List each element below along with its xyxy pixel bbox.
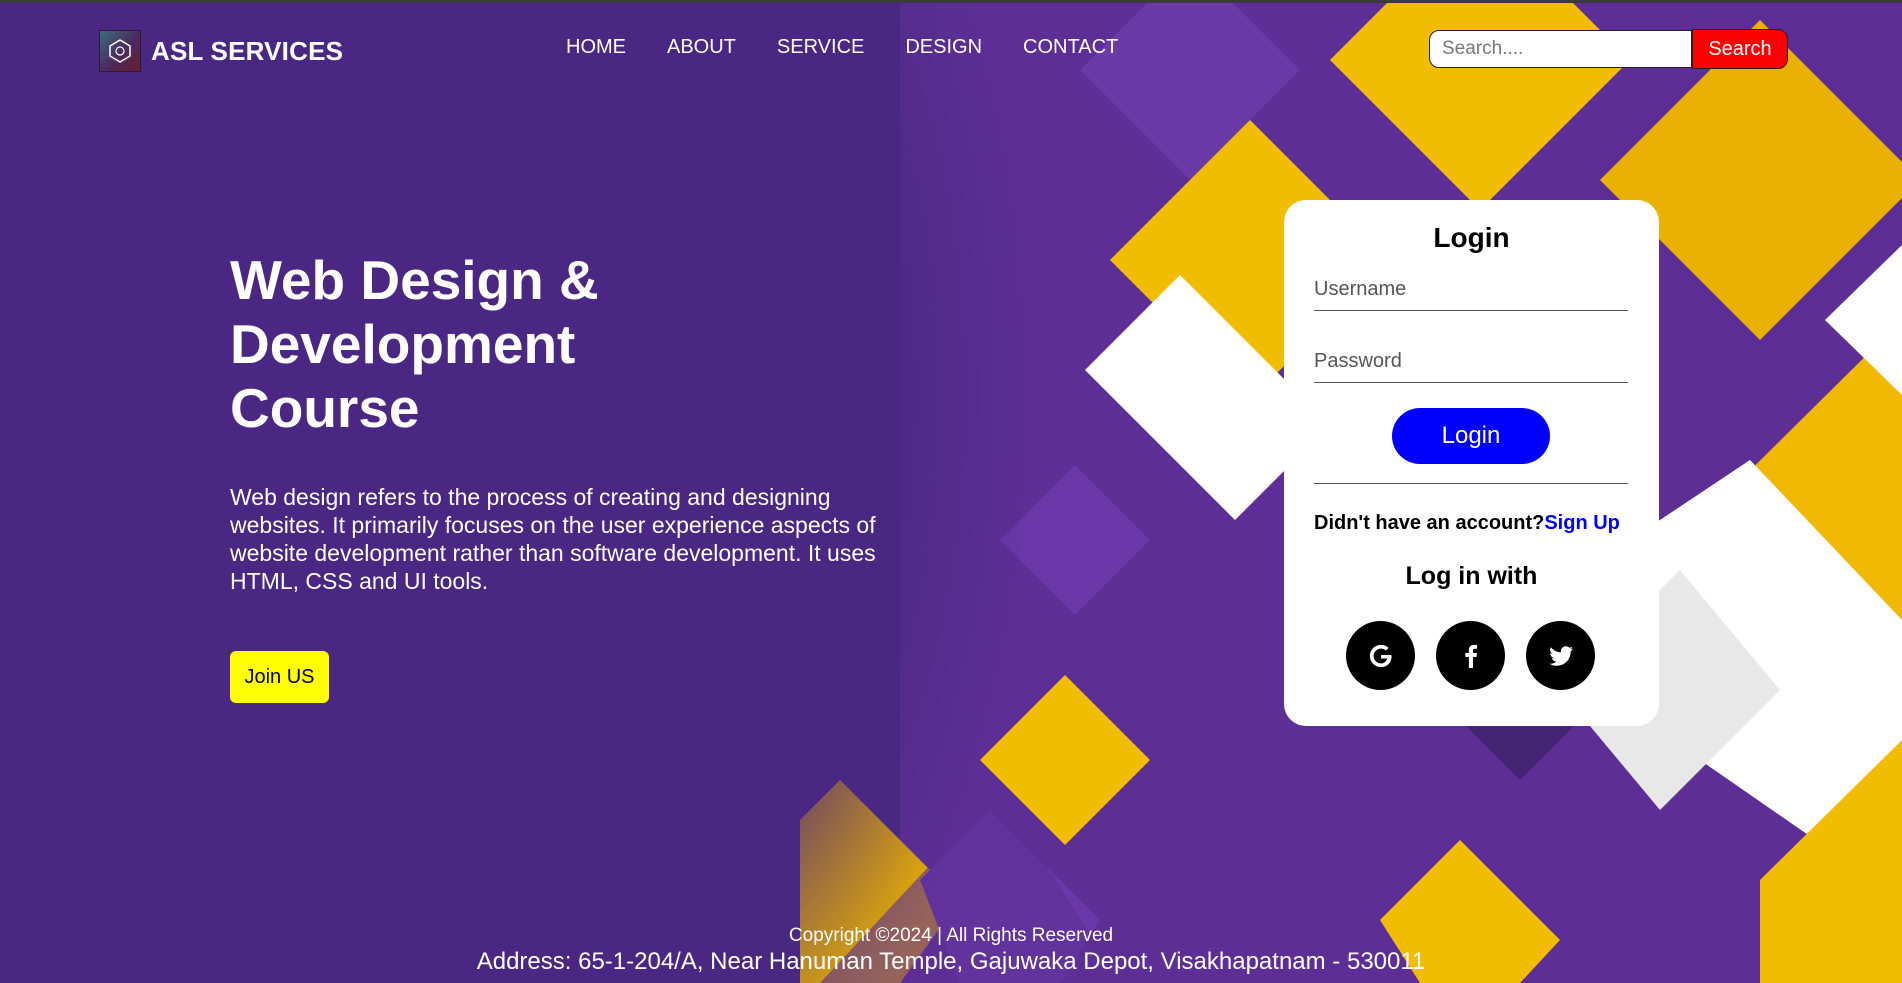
- facebook-icon[interactable]: [1436, 621, 1505, 690]
- nav-link-contact[interactable]: CONTACT: [1023, 36, 1118, 59]
- login-with-label: Log in with: [1405, 562, 1538, 590]
- search-bar: Search: [1429, 29, 1788, 70]
- divider: [1314, 483, 1628, 484]
- password-field[interactable]: [1314, 340, 1628, 383]
- brand[interactable]: ASL SERVICES: [99, 30, 343, 72]
- hero-title: Web Design & Development Course: [230, 249, 599, 439]
- nav-link-home[interactable]: HOME: [566, 36, 626, 59]
- nav-link-about[interactable]: ABOUT: [667, 36, 736, 59]
- login-card: Login Login Didn't have an account?Sign …: [1284, 200, 1659, 726]
- twitter-icon[interactable]: [1526, 621, 1595, 690]
- hero-description: Web design refers to the process of crea…: [230, 484, 876, 594]
- signup-link[interactable]: Sign Up: [1544, 512, 1620, 534]
- nav-link-design[interactable]: DESIGN: [905, 36, 982, 59]
- no-account-text: Didn't have an account?: [1314, 512, 1545, 534]
- search-input[interactable]: [1429, 30, 1692, 68]
- address-text: Address: 65-1-204/A, Near Hanuman Temple…: [476, 948, 1426, 975]
- search-button[interactable]: Search: [1692, 29, 1788, 69]
- navbar: ASL SERVICES HOME ABOUT SERVICE DESIGN C…: [0, 0, 1902, 100]
- nav-menu: HOME ABOUT SERVICE DESIGN CONTACT: [566, 36, 1159, 59]
- brand-name: ASL SERVICES: [151, 35, 344, 66]
- login-button[interactable]: Login: [1392, 408, 1550, 464]
- signup-prompt: Didn't have an account?Sign Up: [1314, 512, 1634, 535]
- login-title: Login: [1433, 222, 1510, 253]
- username-field[interactable]: [1314, 268, 1628, 311]
- google-icon[interactable]: [1346, 621, 1415, 690]
- social-login-buttons: [1346, 621, 1616, 690]
- asl-services-logo-icon: [99, 30, 141, 72]
- top-border: [0, 0, 1902, 3]
- copyright-text: Copyright ©2024 | All Rights Reserved: [788, 925, 1114, 946]
- nav-link-service[interactable]: SERVICE: [777, 36, 864, 59]
- join-us-button[interactable]: Join US: [230, 651, 329, 703]
